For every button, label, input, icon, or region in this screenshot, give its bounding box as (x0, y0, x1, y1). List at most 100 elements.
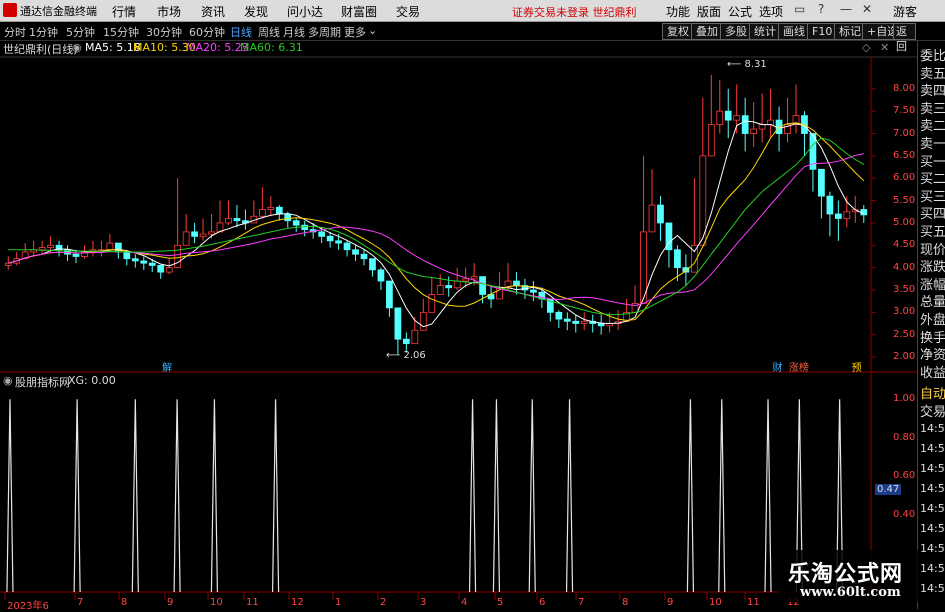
candle-body (301, 224, 309, 231)
candle-body (208, 231, 215, 235)
indicator-current-value: 0.47 (875, 484, 902, 495)
price-chart (4, 74, 876, 358)
candle-body (335, 240, 342, 244)
candle-body (657, 204, 664, 224)
quote-field-label: 卖三 (920, 101, 945, 117)
quote-field-label: 卖五 (920, 66, 945, 82)
time-tick-label: 7 (77, 597, 84, 608)
watermark-url: www.60lt.com (800, 585, 901, 600)
signal-spike (528, 399, 536, 593)
trade-time: 14:56 (920, 462, 945, 475)
quote-field-label: 外盘 (920, 313, 945, 328)
candle-body (580, 320, 588, 324)
signal-spike (210, 399, 219, 593)
quote-field-label: 买二 (920, 172, 945, 188)
candle-body (470, 276, 478, 280)
indicator-chart (4, 399, 844, 600)
candle-body (284, 213, 292, 222)
quote-field-label: 卖二 (920, 119, 945, 135)
price-tick-label: 8.00 (893, 82, 916, 94)
ma60-line (8, 137, 865, 316)
indicator-tick-label: 0.80 (893, 431, 916, 443)
quote-field-label: 买一 (920, 154, 945, 170)
candle-body (123, 251, 131, 260)
candle-body (513, 280, 520, 286)
candle-body (758, 124, 766, 130)
time-tick-label: 2023年6 (7, 601, 49, 612)
price-tick-label: 5.50 (893, 194, 916, 206)
candle-body (733, 115, 741, 121)
watermark-title: 乐淘公式网 (788, 562, 904, 587)
quote-field-label: 委比 (920, 49, 945, 64)
price-tick-label: 7.00 (893, 127, 916, 139)
trade-time: 14:56 (920, 502, 945, 515)
trade-time: 14:56 (920, 442, 945, 455)
charts-canvas[interactable] (0, 0, 917, 609)
quote-field-label: 涨幅 (920, 277, 945, 293)
time-tick-label: 10 (210, 597, 223, 608)
candle-body (199, 233, 207, 237)
trade-time: 14:56 (920, 482, 945, 495)
candle-body (174, 244, 182, 269)
time-tick-label: 3 (420, 597, 427, 608)
quote-field-label: 现价 (920, 242, 945, 258)
price-tick-label: 5.00 (893, 216, 916, 228)
quote-field-label: 净资 (920, 348, 945, 364)
signal-spike (73, 399, 81, 593)
candle-body (377, 269, 385, 282)
candle-body (555, 311, 563, 320)
time-tick-label: 4 (461, 597, 468, 608)
indicator-tick-label: 0.60 (893, 470, 916, 482)
quote-field-label: 买三 (920, 189, 945, 205)
ma20-line (8, 153, 864, 307)
trade-time: 14:56 (920, 542, 945, 555)
signal-spike (468, 399, 477, 593)
time-tick-label: 8 (622, 597, 629, 608)
signal-spike (718, 399, 726, 593)
low-price-label: ⟵ 2.06 (386, 350, 426, 361)
trade-time: 14:56 (920, 562, 945, 575)
candle-body (72, 253, 80, 257)
signal-spike (131, 399, 139, 593)
time-tick-label: 9 (667, 597, 674, 608)
candle-body (597, 323, 605, 327)
quote-field-label: 卖四 (920, 84, 945, 100)
candle-body (4, 262, 12, 266)
candle-body (131, 258, 139, 262)
event-marker[interactable]: 财 (772, 359, 782, 374)
candle-body (38, 247, 46, 251)
candle-body (674, 249, 681, 269)
candle-body (318, 231, 326, 237)
quote-field-label: 买五 (920, 225, 945, 240)
quote-field-label: 总量 (920, 295, 945, 311)
indicator-tick-label: 0.40 (893, 508, 916, 520)
candle-body (191, 231, 198, 237)
quote-field-label: 买四 (920, 207, 945, 223)
time-tick-label: 9 (167, 597, 174, 608)
high-price-label: ⟵ 8.31 (727, 59, 767, 70)
event-marker[interactable]: 预 (852, 359, 862, 374)
candle-body (453, 280, 461, 289)
panel-tab[interactable]: 交易 (920, 401, 945, 420)
candle-body (386, 280, 393, 309)
candle-body (750, 128, 758, 134)
quote-field-label: 换手 (920, 330, 945, 346)
trade-time: 14:56 (920, 582, 945, 595)
time-tick-label: 1 (335, 597, 342, 608)
candle-body (436, 285, 444, 295)
time-tick-label: 6 (539, 597, 546, 608)
candle-body (741, 115, 749, 134)
time-tick-label: 11 (246, 597, 259, 608)
signal-spike (6, 399, 14, 593)
trade-time: 14:56 (920, 422, 945, 435)
panel-tab[interactable]: 自动 (920, 383, 945, 402)
candle-body (445, 285, 453, 289)
candle-body (462, 278, 470, 282)
event-marker[interactable]: 解 (162, 359, 172, 374)
candle-body (326, 235, 334, 242)
quote-field-label: 收益 (920, 365, 945, 381)
candle-body (47, 244, 54, 248)
candle-body (140, 260, 148, 264)
event-marker[interactable]: 涨榜 (789, 359, 809, 374)
quote-field-label: 涨跌 (920, 260, 945, 276)
